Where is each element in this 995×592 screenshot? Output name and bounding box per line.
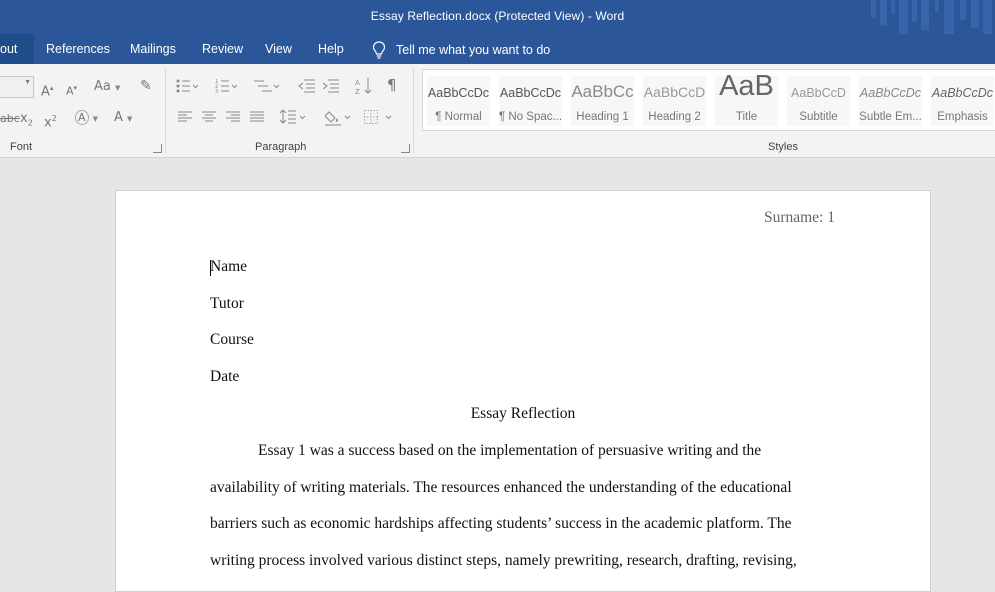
- paragraph-line: writing process involved various distinc…: [210, 552, 797, 569]
- tab-layout[interactable]: out: [0, 34, 34, 64]
- style-subtle-emphasis[interactable]: AaBbCcDc Subtle Em...: [859, 76, 922, 126]
- justify-icon[interactable]: [250, 110, 264, 124]
- font-color-icon[interactable]: A ▼: [114, 110, 132, 127]
- styles-group-label: Styles: [768, 141, 798, 153]
- strikethrough-icon[interactable]: abc: [0, 111, 20, 127]
- style-sample: AaBbCcDc: [859, 86, 922, 100]
- style-sample: AaBbCcD: [791, 86, 846, 100]
- style-name: Subtle Em...: [859, 111, 922, 123]
- paragraph-line: barriers such as economic hardships affe…: [210, 515, 792, 532]
- tab-help[interactable]: Help: [318, 42, 344, 56]
- decrease-indent-icon[interactable]: [298, 78, 316, 94]
- style-name: Emphasis: [937, 111, 988, 123]
- style-name: ¶ Normal: [435, 111, 482, 123]
- style-heading-1[interactable]: AaBbCc Heading 1: [571, 76, 634, 126]
- lightbulb-icon: [372, 41, 386, 59]
- line-name: Name: [210, 258, 248, 275]
- multilevel-list-icon[interactable]: [254, 78, 280, 94]
- window-title: Essay Reflection.docx (Protected View) -…: [370, 9, 625, 23]
- style-heading-2[interactable]: AaBbCcD Heading 2: [643, 76, 706, 126]
- text-effects-icon[interactable]: A ▼: [75, 110, 98, 127]
- font-group-label: Font: [10, 141, 33, 153]
- clear-formatting-icon[interactable]: ✎: [140, 78, 152, 94]
- style-sample: AaBbCcDc: [931, 86, 994, 100]
- paragraph-line: availability of writing materials. The r…: [210, 479, 792, 496]
- chevron-down-icon: ▼: [24, 79, 31, 86]
- style-name: Heading 2: [648, 111, 701, 123]
- document-canvas[interactable]: Surname: 1 Name Tutor Course Date Essay …: [0, 158, 995, 592]
- shrink-font-icon[interactable]: A▾: [66, 80, 77, 100]
- title-bar-decoration: [871, 0, 992, 34]
- style-emphasis[interactable]: AaBbCcDc Emphasis: [931, 76, 994, 126]
- sort-icon[interactable]: A Z: [355, 77, 373, 95]
- line-date: Date: [210, 368, 240, 385]
- styles-gallery: AaBbCcDc ¶ Normal AaBbCcDc ¶ No Spac... …: [422, 69, 995, 131]
- style-sample: AaBbCc: [571, 82, 634, 101]
- tab-layout-label: out: [0, 42, 18, 56]
- style-subtitle[interactable]: AaBbCcD Subtitle: [787, 76, 850, 126]
- style-no-spacing[interactable]: AaBbCcDc ¶ No Spac...: [499, 76, 562, 126]
- style-title[interactable]: AaB Title: [715, 70, 778, 126]
- paragraph-group-label: Paragraph: [255, 141, 307, 153]
- tab-references[interactable]: References: [46, 42, 110, 56]
- style-name: Title: [735, 111, 758, 123]
- svg-text:3: 3: [215, 89, 218, 94]
- style-sample: AaBbCcD: [643, 84, 706, 100]
- line-tutor: Tutor: [210, 295, 244, 312]
- style-sample: AaBbCcDc: [499, 86, 562, 100]
- align-center-icon[interactable]: [202, 110, 216, 124]
- title-bar: Essay Reflection.docx (Protected View) -…: [0, 0, 995, 34]
- increase-indent-icon[interactable]: [322, 78, 340, 94]
- style-name: ¶ No Spac...: [499, 111, 562, 123]
- line-spacing-icon[interactable]: [280, 108, 310, 126]
- change-case-icon[interactable]: Aa ▼: [94, 79, 120, 96]
- shading-icon[interactable]: [325, 108, 355, 126]
- style-sample: AaBbCcDc: [427, 86, 490, 100]
- font-size-box[interactable]: ▼: [0, 76, 34, 98]
- style-name: Heading 1: [576, 111, 629, 123]
- ribbon: ▼ A▴ A▾ Aa ▼ ✎ abc x2 x2 A ▼ A ▼ Font 12…: [0, 64, 995, 158]
- line-course: Course: [210, 331, 254, 348]
- superscript-icon[interactable]: x2: [44, 111, 57, 131]
- numbering-icon[interactable]: 123: [215, 78, 237, 94]
- document-page[interactable]: Surname: 1 Name Tutor Course Date Essay …: [115, 190, 931, 592]
- font-dialog-launcher[interactable]: [153, 144, 162, 153]
- paragraph-dialog-launcher[interactable]: [401, 144, 410, 153]
- svg-text:A: A: [355, 79, 360, 87]
- ribbon-separator: [165, 68, 166, 154]
- ribbon-tabs: out References Mailings Review View Help…: [0, 34, 995, 64]
- style-sample: AaB: [719, 70, 774, 102]
- tab-review[interactable]: Review: [202, 42, 243, 56]
- paragraph-line: Essay 1 was a success based on the imple…: [258, 442, 762, 459]
- tab-view[interactable]: View: [265, 42, 292, 56]
- subscript-icon[interactable]: x2: [20, 111, 33, 132]
- bullets-icon[interactable]: [176, 78, 198, 94]
- align-left-icon[interactable]: [178, 110, 192, 124]
- tab-mailings[interactable]: Mailings: [130, 42, 176, 56]
- align-right-icon[interactable]: [226, 110, 240, 124]
- borders-icon[interactable]: [364, 108, 396, 126]
- grow-font-icon[interactable]: A▴: [41, 80, 53, 100]
- essay-title: Essay Reflection: [470, 405, 576, 422]
- tell-me-search[interactable]: Tell me what you want to do: [372, 41, 550, 59]
- page-header: Surname: 1: [763, 209, 835, 226]
- svg-text:Z: Z: [355, 88, 360, 95]
- pilcrow-icon[interactable]: ¶: [387, 77, 397, 93]
- style-normal[interactable]: AaBbCcDc ¶ Normal: [427, 76, 490, 126]
- tell-me-label: Tell me what you want to do: [396, 43, 551, 57]
- ribbon-separator: [413, 68, 414, 154]
- style-name: Subtitle: [799, 111, 838, 123]
